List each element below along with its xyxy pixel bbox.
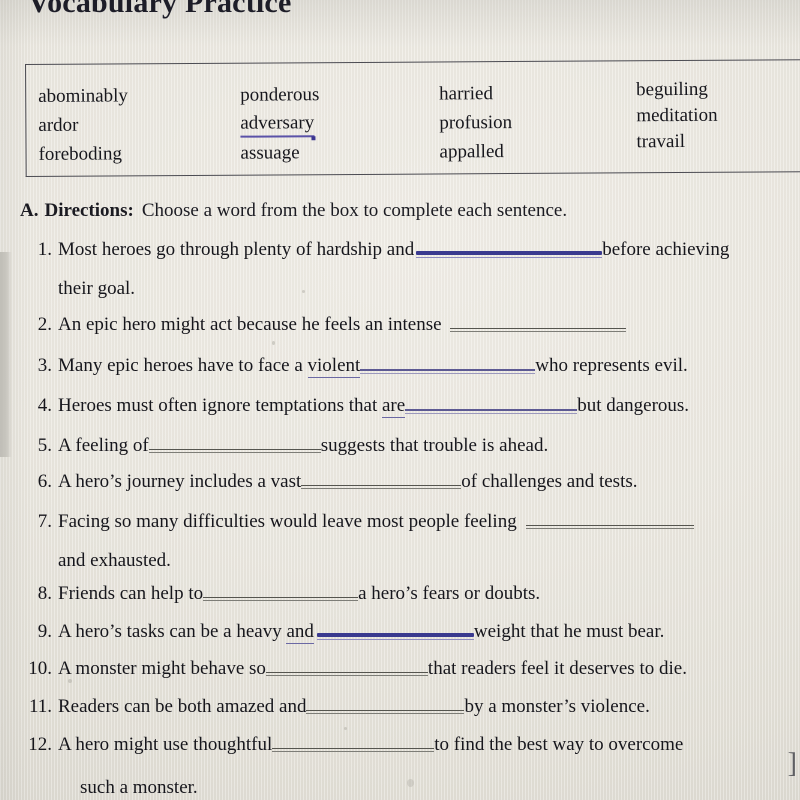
word-bank-item: meditation bbox=[636, 104, 718, 127]
question-text-before: Friends can help to bbox=[58, 583, 204, 604]
question-text-before: A feeling of bbox=[58, 435, 149, 456]
word-bank-item: ardor bbox=[38, 114, 79, 136]
word-bank-item: profusion bbox=[439, 112, 513, 134]
question-text-before: Facing so many difficulties would leave … bbox=[58, 511, 517, 532]
question-number: 9. bbox=[37, 621, 52, 642]
question-text-before: A monster might behave so bbox=[58, 658, 266, 679]
question-text-after: suggests that trouble is ahead. bbox=[320, 435, 549, 456]
left-edge-shadow-artifact bbox=[0, 252, 12, 457]
question-continuation: their goal. bbox=[58, 278, 136, 299]
question-item: 5. A feeling of suggests that trouble is a… bbox=[36, 432, 548, 457]
dust-speck bbox=[302, 290, 305, 293]
question-item: 11. Readers can be both amazed and by a mo… bbox=[28, 693, 650, 718]
question-number: 10. bbox=[28, 658, 52, 679]
question-text-before: A hero might use thoughtful bbox=[58, 734, 273, 755]
question-item: 7. Facing so many difficulties would leav… bbox=[36, 508, 694, 533]
answer-blank[interactable] bbox=[301, 468, 462, 489]
question-text-before: Heroes must often ignore temptations tha… bbox=[58, 395, 406, 418]
question-text-after: to find the best way to overcome bbox=[434, 734, 684, 755]
directions-label: Directions: bbox=[44, 200, 134, 221]
question-item: 10. A monster might behave so that readers… bbox=[28, 655, 687, 680]
directions-text: Choose a word from the box to complete e… bbox=[141, 200, 568, 221]
question-item: 6. A hero’s journey includes a vast of cha… bbox=[36, 468, 638, 493]
word-bank-item: travail bbox=[636, 130, 686, 153]
answer-blank[interactable] bbox=[272, 731, 435, 752]
spellcheck-word: violent bbox=[307, 355, 361, 378]
question-text-before: Many epic heroes have to face a violent bbox=[58, 355, 361, 378]
question-text-before: A hero’s journey includes a vast bbox=[58, 471, 302, 492]
dust-speck bbox=[407, 779, 414, 787]
question-number: 1. bbox=[37, 239, 52, 260]
word-bank-column: harried profusion appalled bbox=[439, 77, 637, 173]
question-number: 2. bbox=[37, 314, 52, 335]
question-number: 12. bbox=[28, 734, 52, 755]
question-item: 1. Most heroes go through plenty of hards… bbox=[36, 236, 730, 261]
edge-bracket-artifact: ] bbox=[787, 748, 797, 779]
word-bank-item: harried bbox=[439, 83, 494, 105]
answer-blank[interactable] bbox=[306, 693, 465, 714]
question-item: 3. Many epic heroes have to face a violen… bbox=[36, 352, 688, 378]
question-text-before: A hero’s tasks can be a heavy and bbox=[58, 621, 314, 644]
directions-line: A. Directions: Choose a word from the box … bbox=[20, 200, 567, 222]
question-number: 8. bbox=[37, 583, 52, 604]
question-item: 4. Heroes must often ignore temptations t… bbox=[36, 392, 690, 418]
word-bank-item-misspelled: adversary bbox=[240, 108, 315, 138]
question-continuation: and exhausted. bbox=[58, 550, 171, 571]
question-text-after: a hero’s fears or doubts. bbox=[358, 583, 541, 604]
word-bank-item: assuage bbox=[240, 142, 300, 164]
question-number: 5. bbox=[37, 435, 52, 456]
answer-blank[interactable] bbox=[416, 236, 603, 259]
answer-blank[interactable] bbox=[449, 311, 626, 332]
word-bank-item: abominably bbox=[38, 85, 128, 107]
question-number: 3. bbox=[37, 355, 52, 376]
question-number: 11. bbox=[28, 696, 52, 717]
answer-blank[interactable] bbox=[148, 432, 321, 453]
question-text-before: Most heroes go through plenty of hardshi… bbox=[58, 239, 415, 260]
question-number: 6. bbox=[37, 471, 52, 492]
question-text-before: An epic hero might act because he feels … bbox=[58, 314, 442, 335]
question-item: 9. A hero’s tasks can be a heavy and weigh… bbox=[36, 618, 665, 644]
answer-blank[interactable] bbox=[265, 655, 428, 676]
question-text-after: before achieving bbox=[602, 239, 730, 260]
question-text-after: weight that he must bear. bbox=[473, 621, 665, 642]
answer-blank[interactable] bbox=[405, 392, 578, 414]
word-bank-column: abominably ardor foreboding bbox=[38, 80, 241, 176]
question-text-after: of challenges and tests. bbox=[461, 471, 638, 492]
word-bank-box: abominably ardor foreboding ponderous ad… bbox=[25, 59, 800, 177]
word-bank-item: appalled bbox=[439, 141, 504, 163]
word-bank-item: beguiling bbox=[636, 78, 708, 101]
question-item: 12. A hero might use thoughtful to find th… bbox=[28, 731, 683, 756]
word-bank-column: ponderous adversary assuage bbox=[240, 78, 440, 174]
question-text-after: who represents evil. bbox=[535, 355, 688, 376]
dust-speck bbox=[344, 727, 347, 730]
question-number: 7. bbox=[37, 511, 52, 532]
word-bank-column: beguiling meditation travail bbox=[636, 76, 800, 172]
question-continuation: such a monster. bbox=[80, 777, 198, 798]
dust-speck bbox=[272, 341, 275, 345]
question-item: 2. An epic hero might act because he feel… bbox=[36, 311, 626, 336]
question-number: 4. bbox=[37, 395, 52, 416]
question-text-after: that readers feel it deserves to die. bbox=[427, 658, 687, 679]
spellcheck-word: and bbox=[286, 621, 314, 644]
answer-blank[interactable] bbox=[203, 580, 359, 601]
spellcheck-word: are bbox=[381, 395, 406, 418]
word-bank-item: foreboding bbox=[38, 143, 122, 165]
section-letter: A. bbox=[20, 200, 39, 221]
page-title: Vocabulary Practice bbox=[28, 0, 292, 19]
question-text-before: Readers can be both amazed and bbox=[58, 696, 307, 717]
question-item: 8. Friends can help to a hero’s fears or d… bbox=[36, 580, 540, 605]
answer-blank[interactable] bbox=[525, 508, 694, 529]
answer-blank[interactable] bbox=[360, 352, 536, 374]
question-text-after: but dangerous. bbox=[577, 395, 690, 416]
word-bank-item: ponderous bbox=[240, 84, 320, 106]
question-text-after: by a monster’s violence. bbox=[464, 696, 650, 717]
answer-blank[interactable] bbox=[316, 618, 474, 641]
